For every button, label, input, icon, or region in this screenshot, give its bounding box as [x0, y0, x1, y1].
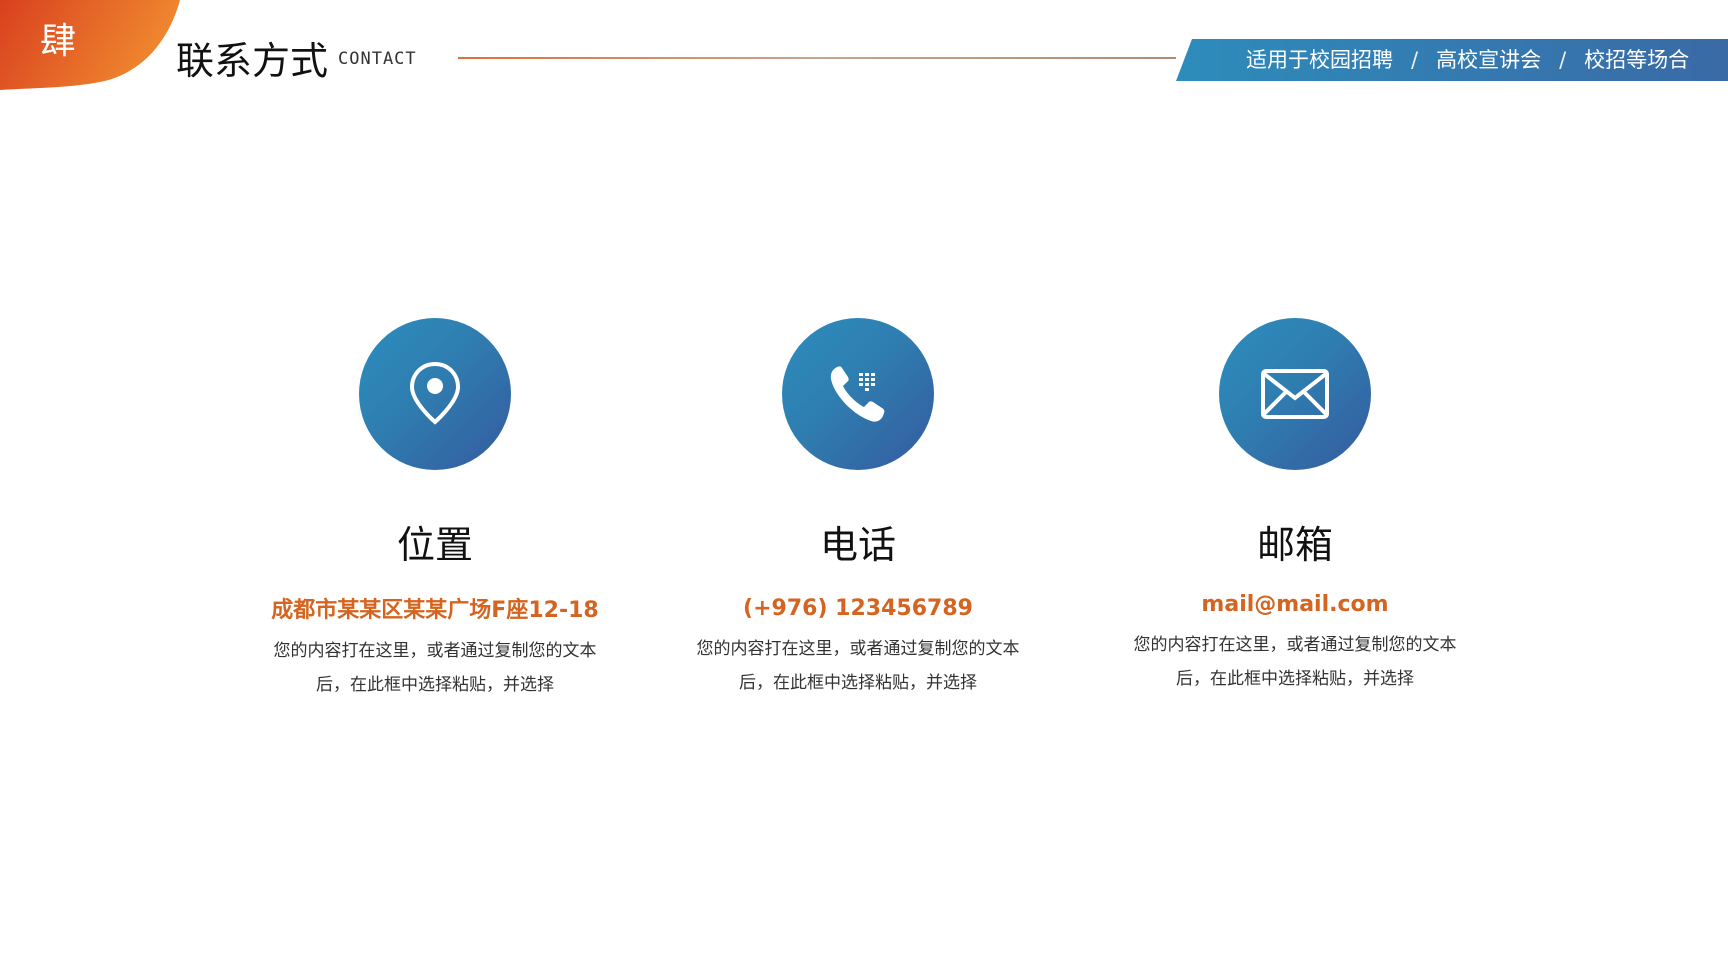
card-title-location: 位置	[396, 523, 473, 567]
page-title: 联系方式	[176, 39, 329, 83]
card-description: 您的内容打在这里，或者通过复制您的文本 后，在此框中选择粘贴，并选择	[648, 632, 1068, 700]
header-divider	[458, 57, 1176, 59]
address-text: 成都市某某区某某广场F座12-18	[271, 598, 599, 623]
contact-card-phone: 电话 (+976) 123456789 您的内容打在这里，或者通过复制您的文本 …	[648, 318, 1068, 700]
banner-item-presentation: 高校宣讲会	[1436, 48, 1542, 72]
page-subtitle: CONTACT	[338, 49, 417, 69]
mail-icon	[1261, 369, 1329, 419]
email-address-text: mail@mail.com	[1201, 592, 1389, 617]
card-title-phone: 电话	[819, 523, 896, 567]
banner-separator: /	[1559, 48, 1567, 72]
contact-card-location: 位置 成都市某某区某某广场F座12-18 您的内容打在这里，或者通过复制您的文本…	[225, 318, 645, 702]
description-line: 您的内容打在这里，或者通过复制您的文本	[1133, 635, 1457, 655]
description-line: 您的内容打在这里，或者通过复制您的文本	[273, 641, 597, 661]
banner-separator: /	[1411, 48, 1419, 72]
description-line: 您的内容打在这里，或者通过复制您的文本	[696, 639, 1020, 659]
phone-icon	[830, 366, 885, 422]
card-title-email: 邮箱	[1256, 523, 1333, 567]
card-description: 您的内容打在这里，或者通过复制您的文本 后，在此框中选择粘贴，并选择	[225, 634, 645, 702]
card-description: 您的内容打在这里，或者通过复制您的文本 后，在此框中选择粘贴，并选择	[1085, 628, 1505, 696]
header-banner: 适用于校园招聘 / 高校宣讲会 / 校招等场合	[1176, 39, 1728, 81]
description-line: 后，在此框中选择粘贴，并选择	[1176, 669, 1414, 689]
location-icon-circle	[359, 318, 511, 470]
banner-item-occasions: 校招等场合	[1584, 48, 1690, 72]
description-line: 后，在此框中选择粘贴，并选择	[316, 675, 554, 695]
description-line: 后，在此框中选择粘贴，并选择	[739, 673, 977, 693]
phone-icon-circle	[782, 318, 934, 470]
location-pin-icon	[409, 361, 461, 425]
contact-card-email: 邮箱 mail@mail.com 您的内容打在这里，或者通过复制您的文本 后，在…	[1085, 318, 1505, 696]
banner-item-campus-recruit: 适用于校园招聘	[1246, 48, 1393, 72]
section-badge: 肆	[0, 0, 185, 92]
phone-number-text: (+976) 123456789	[743, 596, 973, 621]
mail-icon-circle	[1219, 318, 1371, 470]
section-number: 肆	[40, 21, 77, 62]
